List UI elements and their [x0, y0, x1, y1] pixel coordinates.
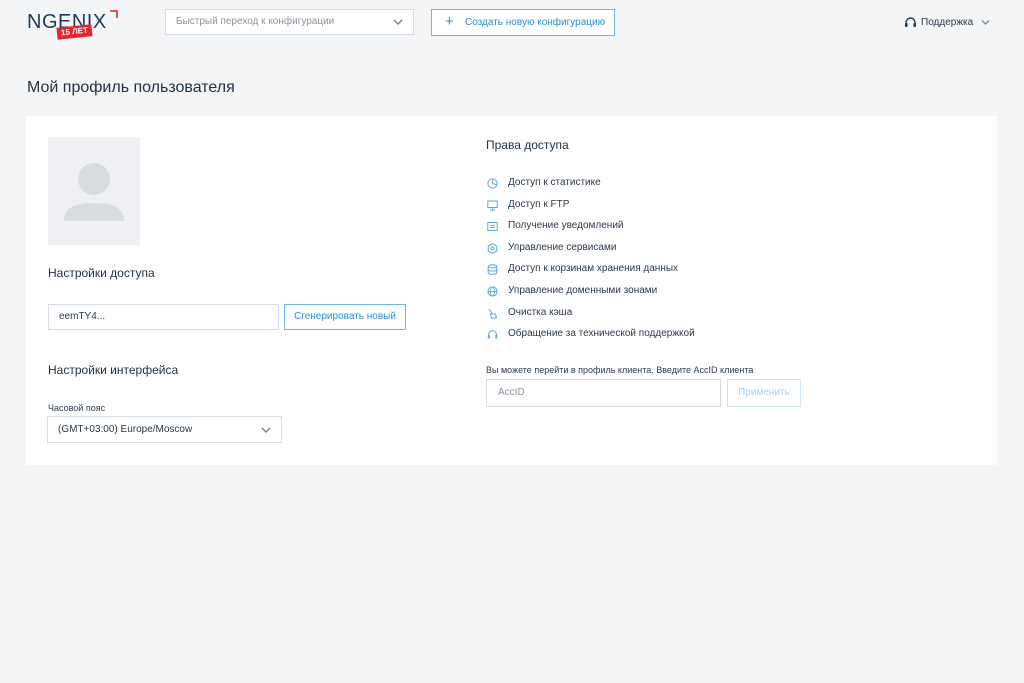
database-icon	[487, 264, 498, 276]
permissions-title: Права доступа	[486, 138, 569, 152]
api-token-field[interactable]: eemTY4...	[48, 304, 279, 330]
permission-label: Доступ к FTP	[508, 198, 570, 210]
page-title: Мой профиль пользователя	[27, 79, 235, 96]
interface-settings-title: Настройки интерфейса	[48, 363, 179, 377]
plus-icon: +	[445, 13, 454, 30]
quick-jump-select[interactable]: Быстрый переход к конфигурации	[165, 9, 414, 35]
logo-anniversary-badge: 15 ЛЕТ	[56, 24, 93, 40]
headset-icon	[487, 330, 498, 339]
chevron-down-icon	[393, 19, 403, 25]
gear-icon	[487, 242, 498, 254]
permission-label: Управление доменными зонами	[508, 284, 658, 296]
permission-label: Очистка кэша	[508, 306, 573, 318]
create-configuration-label: Создать новую конфигурацию	[465, 17, 606, 28]
avatar[interactable]	[48, 137, 140, 245]
apply-button[interactable]: Применить	[727, 379, 801, 407]
timezone-select[interactable]: (GMT+03:00) Europe/Moscow	[47, 416, 282, 443]
client-switch-hint: Вы можете перейти в профиль клиента. Вве…	[486, 365, 754, 375]
permission-label: Доступ к корзинам хранения данных	[508, 263, 679, 275]
notification-icon	[487, 222, 498, 232]
globe-icon	[487, 286, 498, 297]
permission-label: Обращение за технической поддержкой	[508, 328, 695, 340]
timezone-value: (GMT+03:00) Europe/Moscow	[58, 424, 193, 435]
monitor-icon	[487, 200, 498, 211]
permission-label: Управление сервисами	[508, 241, 617, 253]
timezone-label: Часовой пояс	[48, 403, 106, 413]
ngenix-logo[interactable]: NGENIX 15 ЛЕТ	[27, 9, 122, 41]
permission-label: Доступ к статистике	[508, 177, 601, 188]
support-label: Поддержка	[921, 17, 974, 28]
logo-corner-icon	[110, 10, 118, 18]
create-configuration-button[interactable]: + Создать новую конфигурацию	[431, 9, 615, 36]
chevron-down-icon	[261, 427, 271, 433]
permission-label: Получение уведомлений	[508, 220, 624, 232]
broom-icon	[488, 308, 498, 319]
chevron-down-icon	[981, 20, 990, 25]
pie-chart-icon	[487, 178, 498, 189]
headset-icon	[905, 17, 916, 27]
user-placeholder-icon	[64, 163, 124, 221]
quick-jump-placeholder: Быстрый переход к конфигурации	[176, 16, 335, 27]
profile-card: Настройки доступа eemTY4... Сгенерироват…	[26, 116, 997, 465]
generate-token-button[interactable]: Сгенерировать новый	[284, 304, 406, 330]
access-settings-title: Настройки доступа	[48, 266, 155, 280]
accid-input[interactable]: AccID	[486, 379, 721, 407]
